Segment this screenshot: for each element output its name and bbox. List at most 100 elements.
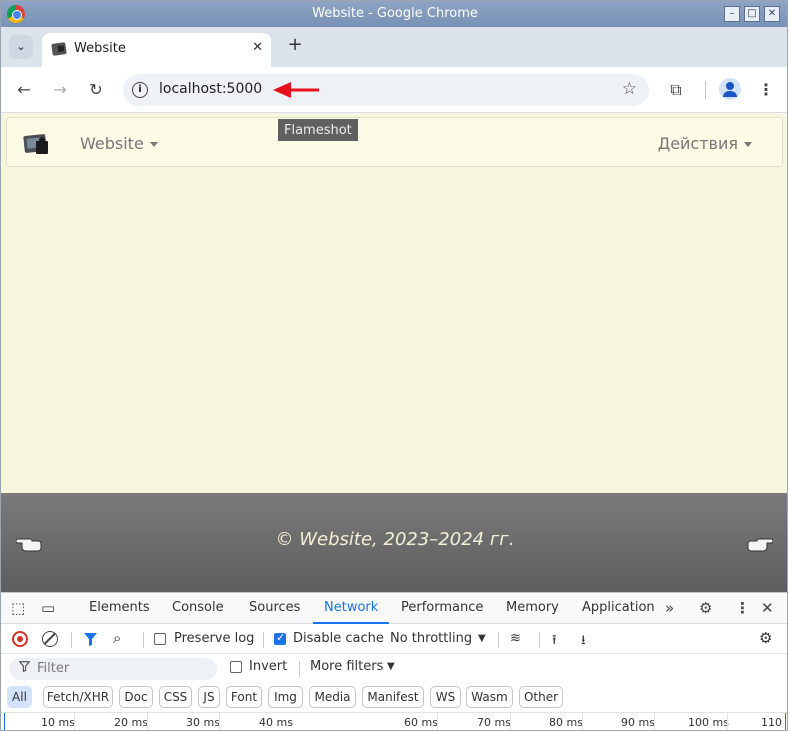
brand-logo-icon[interactable] bbox=[23, 130, 51, 156]
devtools-tab-network[interactable]: Network bbox=[324, 600, 378, 615]
timeline-gridline bbox=[727, 713, 728, 730]
site-info-icon[interactable]: i bbox=[132, 82, 148, 98]
type-filter-img[interactable]: Img bbox=[268, 686, 303, 708]
devtools-settings-icon[interactable]: ⚙ bbox=[699, 599, 712, 617]
maximize-button[interactable]: □ bbox=[744, 6, 760, 22]
type-filter-media[interactable]: Media bbox=[309, 686, 356, 708]
toolbar-divider bbox=[705, 81, 706, 99]
type-filter-ws[interactable]: WS bbox=[430, 686, 461, 708]
more-filters-caret-icon[interactable]: ▼ bbox=[387, 661, 395, 672]
close-devtools-icon[interactable]: ✕ bbox=[761, 599, 774, 617]
timeline-tick: 100 ms bbox=[688, 716, 729, 729]
record-icon[interactable] bbox=[12, 631, 28, 647]
favicon-icon bbox=[51, 42, 67, 56]
type-filter-font[interactable]: Font bbox=[226, 686, 262, 708]
filter-input[interactable]: Filter bbox=[9, 658, 217, 680]
devtools-tab-memory[interactable]: Memory bbox=[506, 600, 559, 615]
browser-toolbar: ← → ↻ i localhost:5000 ☆ ⧉ ⋮ bbox=[1, 67, 787, 113]
website-dropdown[interactable]: Website bbox=[80, 134, 158, 153]
tab-website[interactable]: Website ✕ bbox=[42, 33, 271, 67]
new-tab-button[interactable]: + bbox=[284, 35, 306, 57]
clear-icon[interactable] bbox=[42, 631, 58, 647]
timeline-tick: 90 ms bbox=[621, 716, 655, 729]
chrome-menu-icon[interactable]: ⋮ bbox=[755, 79, 777, 101]
flameshot-tooltip: Flameshot bbox=[278, 119, 358, 141]
type-filter-all[interactable]: All bbox=[7, 686, 32, 708]
throttling-select[interactable]: No throttling bbox=[390, 631, 472, 646]
title-bar: Website - Google Chrome – □ ✕ bbox=[1, 1, 787, 27]
type-filter-fetch-xhr[interactable]: Fetch/XHR bbox=[43, 686, 113, 708]
devtools-tab-bar: ⬚ ▭ Elements Console Sources Network Per… bbox=[1, 593, 787, 624]
browser-window: Website - Google Chrome – □ ✕ ⌄ Website … bbox=[0, 0, 788, 731]
search-icon[interactable]: ⌕ bbox=[113, 629, 121, 647]
toolbar-divider bbox=[263, 632, 264, 648]
filter-row: Filter Invert More filters ▼ bbox=[1, 654, 787, 684]
back-icon[interactable]: ← bbox=[13, 79, 35, 101]
profile-avatar-icon[interactable] bbox=[719, 78, 741, 100]
type-filter-css[interactable]: CSS bbox=[159, 686, 192, 708]
timeline-gridline bbox=[74, 713, 75, 730]
close-tab-icon[interactable]: ✕ bbox=[252, 40, 263, 55]
actions-dropdown[interactable]: Действия bbox=[658, 134, 752, 153]
type-filter-doc[interactable]: Doc bbox=[119, 686, 153, 708]
disable-cache-checkbox[interactable] bbox=[274, 631, 286, 645]
extensions-icon[interactable]: ⧉ bbox=[665, 79, 687, 101]
timeline-tick: 80 ms bbox=[549, 716, 583, 729]
import-har-icon[interactable]: ⭱ bbox=[552, 631, 557, 653]
timeline-gridline bbox=[437, 713, 438, 730]
timeline-marker bbox=[4, 713, 5, 730]
timeline-gridline bbox=[147, 713, 148, 730]
type-filter-other[interactable]: Other bbox=[519, 686, 563, 708]
toolbar-divider bbox=[498, 632, 499, 648]
invert-checkbox[interactable] bbox=[230, 661, 242, 673]
tab-title: Website bbox=[74, 41, 126, 56]
timeline-gridline bbox=[219, 713, 220, 730]
caret-down-icon bbox=[149, 142, 158, 147]
tab-strip: ⌄ Website ✕ + bbox=[1, 27, 787, 67]
pointing-hand-right-icon[interactable] bbox=[747, 531, 773, 553]
toolbar-divider bbox=[143, 632, 144, 648]
caret-down-icon bbox=[744, 142, 752, 147]
reload-icon[interactable]: ↻ bbox=[85, 79, 107, 101]
url-text[interactable]: localhost:5000 bbox=[159, 81, 262, 97]
site-navbar: Website Действия bbox=[6, 117, 783, 167]
network-conditions-icon[interactable]: ≋ bbox=[510, 631, 521, 646]
toolbar-divider bbox=[539, 632, 540, 648]
devtools-menu-icon[interactable]: ⋮ bbox=[735, 599, 750, 617]
throttling-dropdown-icon[interactable]: ▼ bbox=[478, 633, 486, 644]
window-title: Website - Google Chrome bbox=[312, 6, 478, 21]
invert-label: Invert bbox=[249, 659, 288, 674]
devtools-tab-elements[interactable]: Elements bbox=[89, 600, 150, 615]
tab-search-button[interactable]: ⌄ bbox=[9, 35, 33, 59]
devtools-tab-sources[interactable]: Sources bbox=[249, 600, 300, 615]
devtools-tab-performance[interactable]: Performance bbox=[401, 600, 483, 615]
toolbar-divider bbox=[299, 661, 300, 677]
filter-icon bbox=[19, 661, 30, 672]
more-filters-dropdown[interactable]: More filters bbox=[310, 659, 383, 674]
timeline-marker bbox=[785, 713, 786, 730]
bookmark-star-icon[interactable]: ☆ bbox=[622, 79, 637, 99]
filter-placeholder: Filter bbox=[37, 661, 70, 676]
toolbar-divider bbox=[71, 632, 72, 648]
export-har-icon[interactable]: ⭳ bbox=[581, 631, 586, 653]
site-footer: © Website, 2023–2024 гг. bbox=[1, 493, 787, 592]
type-filter-js[interactable]: JS bbox=[198, 686, 220, 708]
minimize-button[interactable]: – bbox=[724, 6, 740, 22]
filter-funnel-icon[interactable] bbox=[83, 632, 98, 647]
disable-cache-label: Disable cache bbox=[293, 631, 384, 646]
inspect-element-icon[interactable]: ⬚ bbox=[11, 599, 25, 617]
close-window-button[interactable]: ✕ bbox=[764, 6, 780, 22]
actions-dropdown-label: Действия bbox=[657, 134, 738, 153]
type-filter-wasm[interactable]: Wasm bbox=[466, 686, 513, 708]
devtools-tab-application[interactable]: Application bbox=[582, 600, 655, 615]
type-filter-manifest[interactable]: Manifest bbox=[362, 686, 424, 708]
device-toolbar-icon[interactable]: ▭ bbox=[41, 599, 55, 617]
network-settings-icon[interactable]: ⚙ bbox=[759, 629, 772, 647]
preserve-log-checkbox[interactable] bbox=[154, 633, 166, 645]
timeline-tick: 110 bbox=[761, 716, 782, 729]
resource-type-filters: All Fetch/XHR Doc CSS JS Font Img Media … bbox=[1, 684, 787, 712]
more-tabs-icon[interactable]: » bbox=[665, 599, 674, 617]
address-bar[interactable]: i localhost:5000 ☆ bbox=[123, 74, 649, 106]
forward-icon[interactable]: → bbox=[49, 79, 71, 101]
devtools-tab-console[interactable]: Console bbox=[172, 600, 224, 615]
